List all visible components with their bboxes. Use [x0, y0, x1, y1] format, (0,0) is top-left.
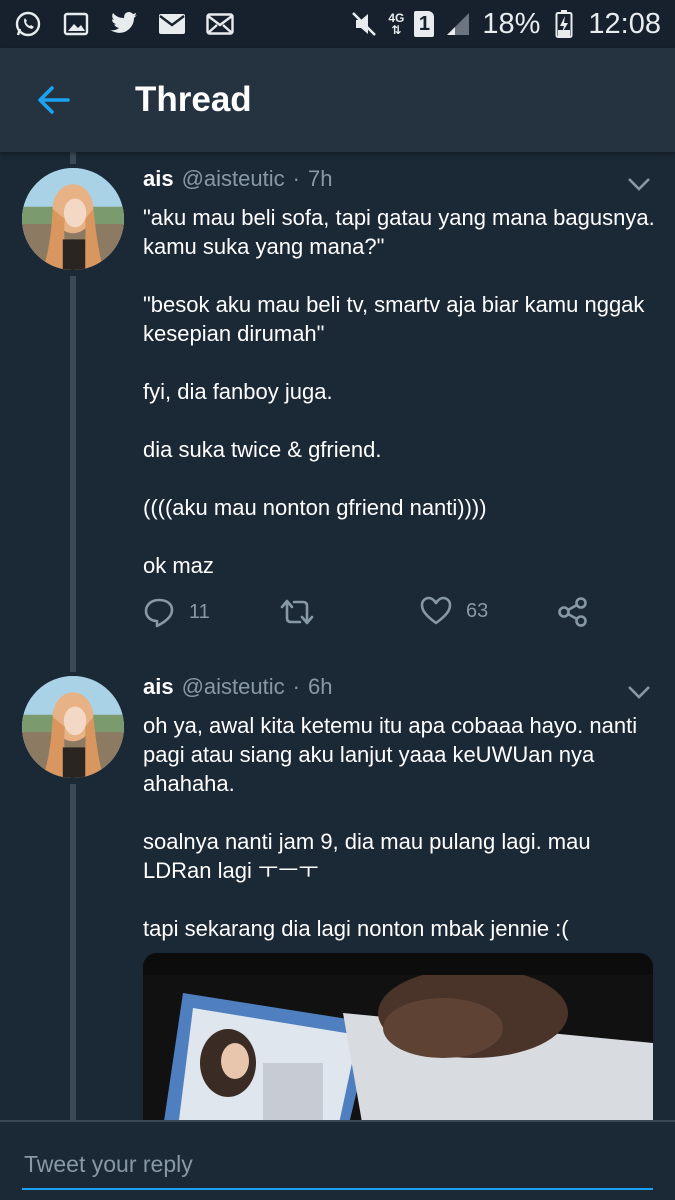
timestamp: 6h	[307, 674, 333, 699]
separator: ·	[292, 674, 300, 699]
battery-percent: 18%	[482, 7, 541, 40]
app-bar: Thread	[0, 48, 675, 152]
battery-charging-icon	[550, 10, 578, 38]
whatsapp-icon	[14, 10, 42, 38]
tweet-text: "aku mau beli sofa, tapi gatau yang mana…	[143, 203, 658, 609]
share-button[interactable]	[557, 596, 589, 628]
gallery-icon	[62, 10, 90, 38]
tweet-paragraph: tapi sekarang dia lagi nonton mbak jenni…	[143, 916, 569, 941]
chevron-down-icon[interactable]	[625, 170, 653, 198]
twitter-icon	[110, 10, 138, 38]
reply-count: 11	[189, 600, 210, 623]
tweet[interactable]: ais @aisteutic · 7h "aku mau beli sofa, …	[0, 152, 675, 652]
thread-timeline[interactable]: ais @aisteutic · 7h "aku mau beli sofa, …	[0, 152, 675, 1120]
reply-icon	[144, 598, 174, 628]
clock: 12:08	[588, 7, 661, 40]
status-bar: 4G ⇅ 1 18% 12:08	[0, 0, 675, 48]
tweet-header: ais @aisteutic · 7h	[143, 166, 332, 192]
like-count: 63	[466, 599, 489, 622]
display-name[interactable]: ais	[143, 166, 174, 192]
tweet-paragraph: dia suka twice & gfriend.	[143, 437, 382, 462]
sim-indicator: 1	[414, 11, 435, 37]
reply-bar	[0, 1120, 675, 1200]
reply-input[interactable]	[22, 1146, 653, 1190]
mail-icon	[158, 10, 186, 38]
retweet-icon	[280, 599, 314, 625]
like-button[interactable]: 63	[420, 596, 488, 626]
tweet-paragraph: soalnya nanti jam 9, dia mau pulang lagi…	[143, 829, 597, 883]
handle[interactable]: @aisteutic	[182, 166, 285, 192]
mute-icon	[350, 10, 378, 38]
avatar[interactable]	[22, 168, 124, 270]
tweet-paragraph: ((((aku mau nonton gfriend nanti))))	[143, 495, 487, 520]
tweet-paragraph: "aku mau beli sofa, tapi gatau yang mana…	[143, 205, 661, 259]
avatar[interactable]	[22, 676, 124, 778]
back-button[interactable]	[25, 72, 81, 128]
network-indicator: 4G ⇅	[388, 11, 405, 37]
handle[interactable]: @aisteutic	[182, 674, 285, 700]
separator: ·	[292, 166, 300, 191]
tweet[interactable]: ais @aisteutic · 6h oh ya, awal kita ket…	[0, 660, 675, 1120]
tweet-header: ais @aisteutic · 6h	[143, 674, 332, 700]
message-icon	[206, 10, 234, 38]
tweet-paragraph: "besok aku mau beli tv, smartv aja biar …	[143, 292, 651, 346]
display-name[interactable]: ais	[143, 674, 174, 700]
tweet-paragraph: ok maz	[143, 553, 214, 578]
media-thumbnail	[143, 953, 653, 1120]
heart-icon	[420, 596, 452, 625]
chevron-down-icon[interactable]	[625, 678, 653, 706]
share-icon	[558, 597, 587, 627]
page-title: Thread	[135, 80, 252, 119]
tweet-actions: 11 63	[143, 596, 643, 632]
tweet-paragraph: oh ya, awal kita ketemu itu apa cobaaa h…	[143, 713, 644, 796]
tweet-paragraph: fyi, dia fanboy juga.	[143, 379, 333, 404]
tweet-media-video[interactable]	[143, 953, 653, 1120]
reply-button[interactable]: 11	[143, 596, 210, 628]
signal-icon	[444, 10, 472, 38]
data-arrows-icon: ⇅	[391, 23, 402, 37]
tweet-text: oh ya, awal kita ketemu itu apa cobaaa h…	[143, 711, 658, 972]
timestamp: 7h	[307, 166, 333, 191]
retweet-button[interactable]	[279, 596, 315, 628]
back-arrow-icon	[38, 86, 70, 114]
